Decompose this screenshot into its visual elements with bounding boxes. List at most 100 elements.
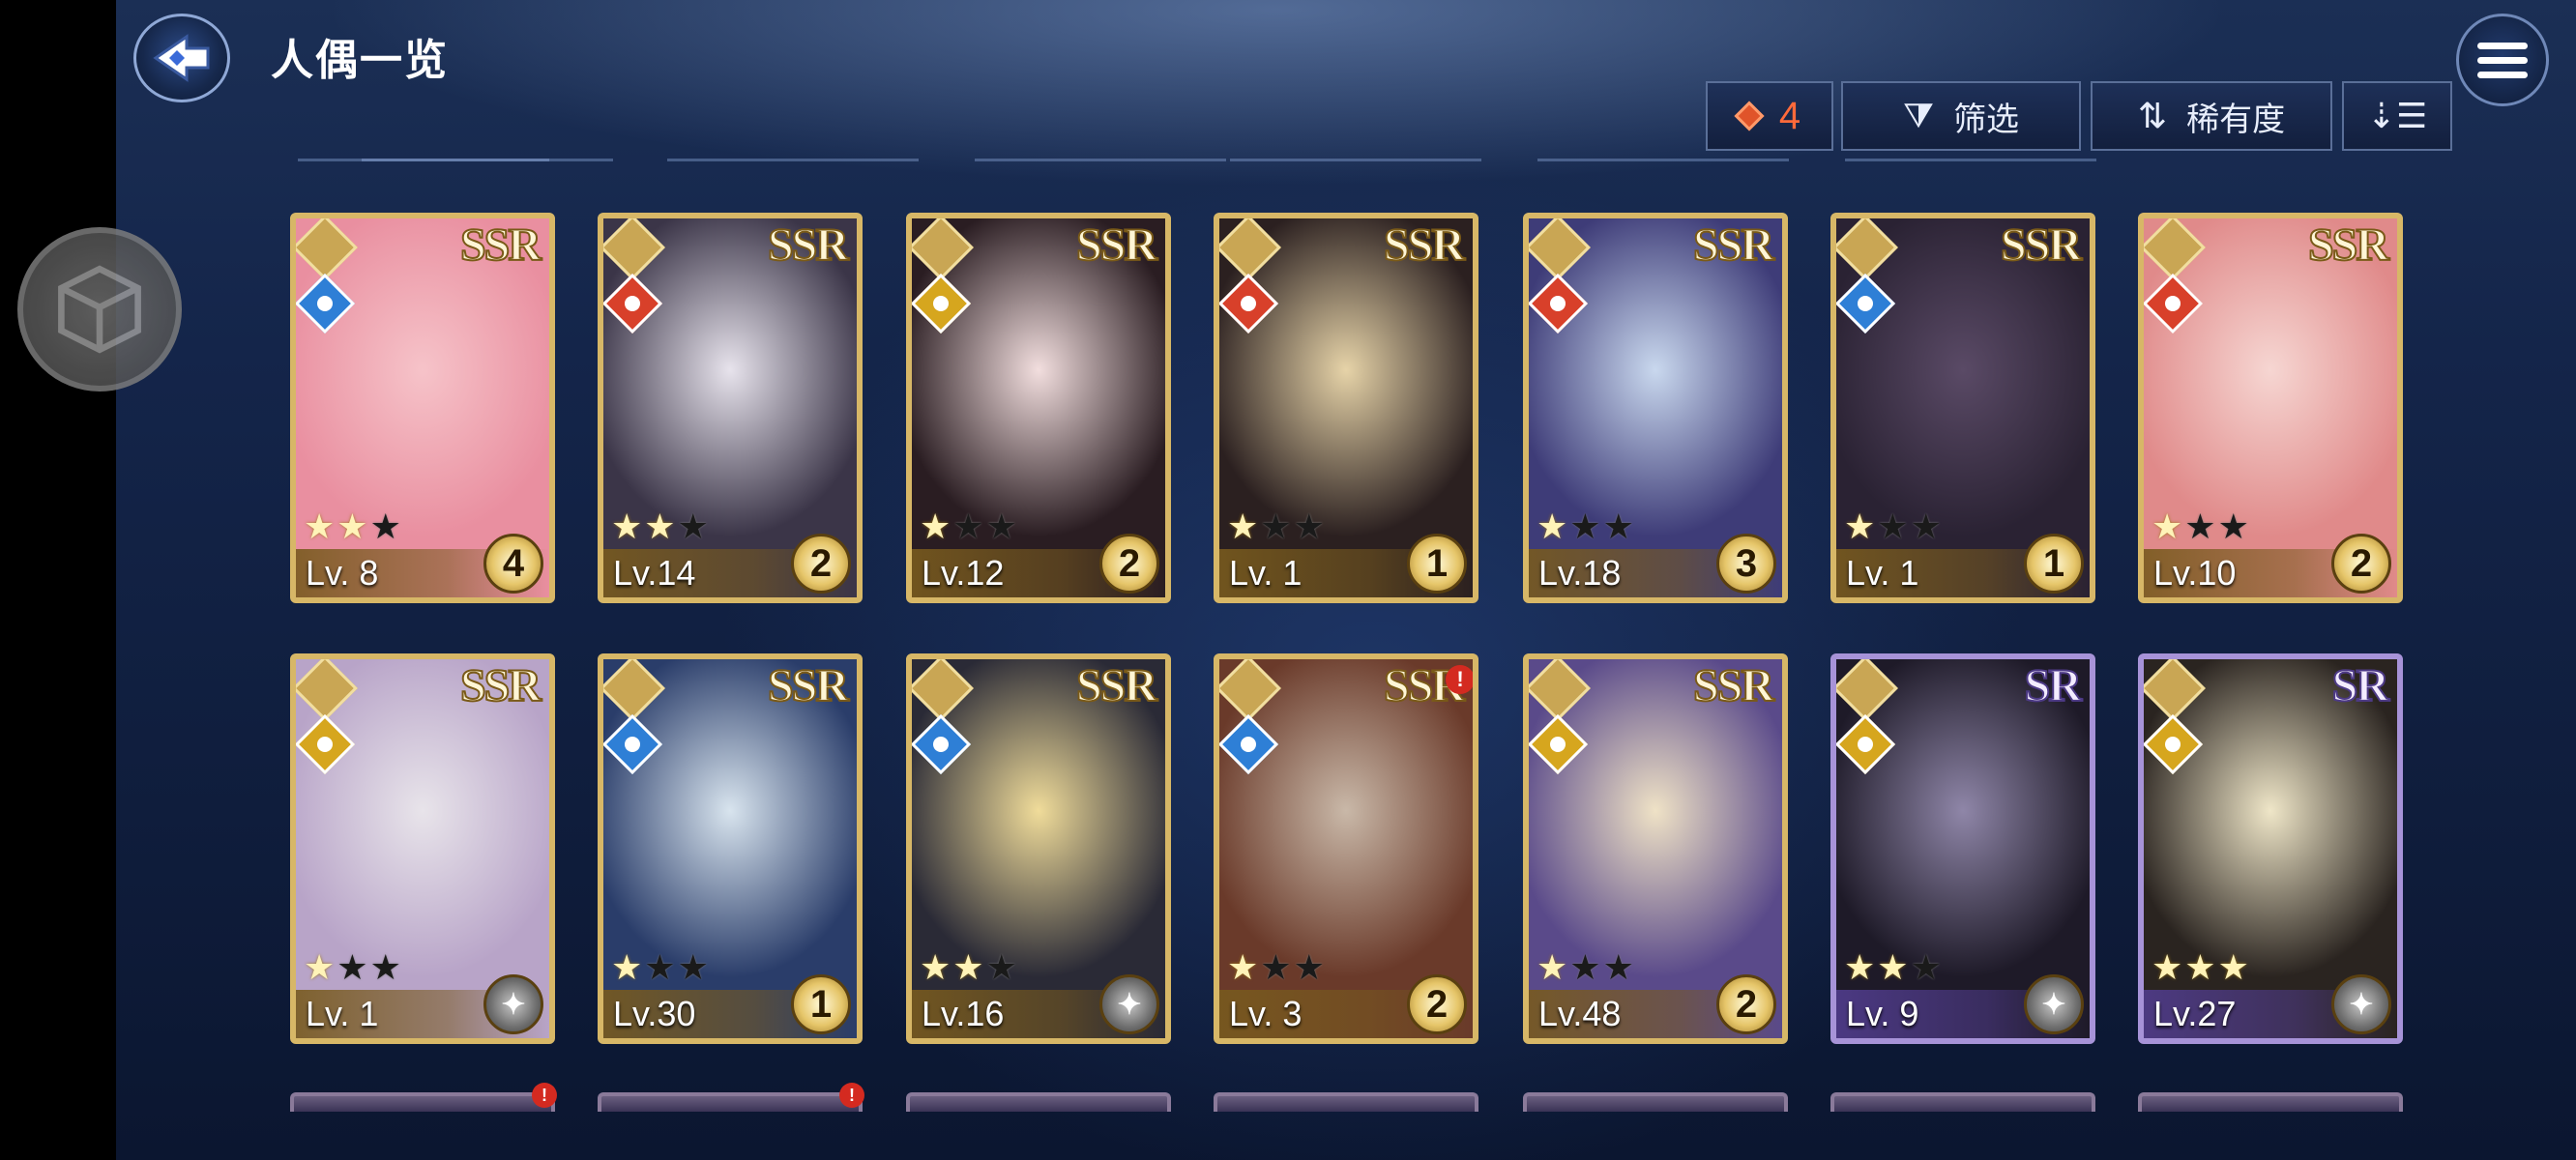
star-rating: ★★★ — [1844, 947, 1944, 988]
level-label: Lv.16 — [922, 994, 1005, 1033]
selection-count[interactable]: 4 — [1706, 81, 1833, 151]
rarity-label: SSR — [2000, 218, 2083, 272]
divider — [1230, 159, 1481, 161]
doll-card[interactable]: SSR ★★★ Lv.14 2 — [598, 213, 863, 603]
doll-card-peek[interactable]: ! — [290, 1083, 557, 1112]
floating-cube-button[interactable] — [17, 227, 182, 392]
rarity-label: SSR — [459, 659, 542, 712]
filter-icon: ⧩ — [1902, 95, 1935, 135]
level-label: Lv.12 — [922, 553, 1005, 593]
star-empty-icon: ★ — [1877, 507, 1911, 546]
doll-card-peek[interactable] — [2138, 1092, 2403, 1112]
star-rating: ★★★ — [1844, 507, 1944, 547]
rarity-label: SSR — [1692, 218, 1775, 272]
filter-button[interactable]: ⧩ 筛选 — [1841, 81, 2081, 151]
bond-badge: 2 — [2331, 534, 2391, 594]
doll-card[interactable]: SR ★★★ Lv.27 ✦ — [2138, 653, 2403, 1044]
doll-card[interactable]: SSR ★★★ Lv. 11 — [1214, 213, 1478, 603]
star-rating: ★★★ — [1537, 947, 1636, 988]
star-filled-icon: ★ — [1227, 507, 1261, 546]
doll-card[interactable]: SSR ★★★ Lv.30 1 — [598, 653, 863, 1044]
star-filled-icon: ★ — [304, 947, 337, 987]
star-empty-icon: ★ — [952, 507, 986, 546]
doll-card[interactable]: SSR ★★★ Lv. 84 — [290, 213, 555, 603]
rarity-label: SSR — [2307, 218, 2390, 272]
swap-arrows-icon: ⇅ — [2137, 96, 2168, 135]
rarity-sort-button[interactable]: ⇅ 稀有度 — [2091, 81, 2332, 151]
doll-card[interactable]: SR ★★★ Lv. 9 ✦ — [1830, 653, 2095, 1044]
star-rating: ★★★ — [304, 947, 403, 988]
rarity-label: SSR — [1075, 659, 1158, 712]
bond-badge: 1 — [2024, 534, 2084, 594]
star-filled-icon: ★ — [2217, 947, 2251, 987]
star-empty-icon: ★ — [1260, 507, 1294, 546]
bond-badge: 2 — [1407, 974, 1467, 1034]
doll-card-peek[interactable] — [1830, 1092, 2095, 1112]
star-filled-icon: ★ — [1877, 947, 1911, 987]
star-empty-icon: ★ — [1260, 947, 1294, 987]
star-empty-icon: ★ — [369, 507, 403, 546]
star-empty-icon: ★ — [677, 947, 711, 987]
doll-card[interactable]: SSR! ★★★ Lv. 32 — [1214, 653, 1478, 1044]
divider — [362, 159, 613, 161]
diamond-icon — [1734, 101, 1765, 131]
star-empty-icon: ★ — [1910, 947, 1944, 987]
level-label: Lv.18 — [1538, 553, 1622, 593]
doll-card[interactable]: SSR ★★★ Lv.48 2 — [1523, 653, 1788, 1044]
doll-card[interactable]: SSR ★★★ Lv.16 ✦ — [906, 653, 1171, 1044]
sort-order-button[interactable]: ⇣☰ — [2342, 81, 2452, 151]
menu-button[interactable] — [2456, 14, 2549, 106]
doll-card[interactable]: SSR ★★★ Lv.10 2 — [2138, 213, 2403, 603]
doll-card[interactable]: SSR ★★★ Lv.18 3 — [1523, 213, 1788, 603]
doll-card[interactable]: SSR ★★★ Lv. 1 ✦ — [290, 653, 555, 1044]
wing-emblem-icon: ✦ — [2024, 974, 2084, 1034]
star-filled-icon: ★ — [2152, 507, 2185, 546]
star-rating: ★★★ — [304, 507, 403, 547]
doll-card[interactable]: SSR ★★★ Lv.12 2 — [906, 213, 1171, 603]
star-empty-icon: ★ — [1569, 507, 1603, 546]
filter-label: 筛选 — [1953, 101, 2020, 138]
star-empty-icon: ★ — [1293, 507, 1327, 546]
rarity-label: SSR — [767, 659, 850, 712]
bond-badge: 2 — [1716, 974, 1776, 1034]
level-label: Lv. 9 — [1846, 994, 1919, 1033]
level-label: Lv.48 — [1538, 994, 1622, 1033]
star-rating: ★★★ — [1227, 507, 1327, 547]
rarity-label: SSR — [1692, 659, 1775, 712]
level-label: Lv. 1 — [1229, 553, 1303, 593]
level-label: Lv. 3 — [1229, 994, 1303, 1033]
bond-badge: 2 — [791, 534, 851, 594]
divider — [667, 159, 919, 161]
star-empty-icon: ★ — [677, 507, 711, 546]
star-empty-icon: ★ — [1910, 507, 1944, 546]
star-empty-icon: ★ — [1293, 947, 1327, 987]
divider — [1845, 159, 2096, 161]
rarity-label: SSR — [767, 218, 850, 272]
doll-card[interactable]: SSR ★★★ Lv. 11 — [1830, 213, 2095, 603]
star-filled-icon: ★ — [1537, 507, 1570, 546]
star-filled-icon: ★ — [337, 507, 370, 546]
star-empty-icon: ★ — [985, 507, 1019, 546]
star-rating: ★★★ — [920, 947, 1019, 988]
bond-badge: 3 — [1716, 534, 1776, 594]
star-rating: ★★★ — [1537, 507, 1636, 547]
cube-icon — [58, 265, 141, 354]
star-rating: ★★★ — [611, 947, 711, 988]
doll-card-peek[interactable] — [1214, 1092, 1478, 1112]
star-filled-icon: ★ — [952, 947, 986, 987]
star-filled-icon: ★ — [644, 507, 678, 546]
rarity-label: SSR — [1383, 218, 1466, 272]
alert-icon: ! — [1446, 665, 1473, 694]
back-button[interactable] — [133, 14, 230, 102]
bond-badge: 4 — [483, 534, 543, 594]
star-empty-icon: ★ — [1602, 947, 1636, 987]
doll-card-peek[interactable]: ! — [598, 1083, 864, 1112]
doll-card-peek[interactable] — [1523, 1092, 1788, 1112]
doll-card-peek[interactable] — [906, 1092, 1171, 1112]
level-label: Lv. 8 — [306, 553, 379, 593]
bond-badge: 2 — [1099, 534, 1159, 594]
star-empty-icon: ★ — [369, 947, 403, 987]
level-label: Lv.14 — [613, 553, 696, 593]
bond-badge: 1 — [1407, 534, 1467, 594]
game-screen: 人偶一览 4 ⧩ 筛选 ⇅ 稀有度 ⇣☰ SSR ★★★ Lv. 8 4 SSR ★★★ L… — [116, 0, 2576, 1160]
